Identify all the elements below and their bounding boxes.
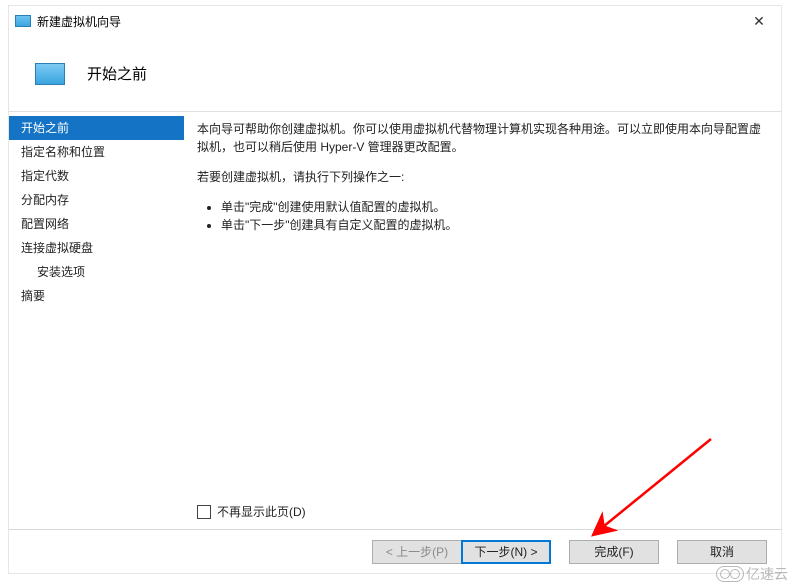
sidebar-step-before-you-begin[interactable]: 开始之前 — [9, 116, 184, 140]
sidebar-step-label: 分配内存 — [21, 193, 69, 207]
intro-text: 本向导可帮助你创建虚拟机。你可以使用虚拟机代替物理计算机实现各种用途。可以立即使… — [197, 120, 771, 156]
prompt-text: 若要创建虚拟机，请执行下列操作之一: — [197, 168, 771, 186]
sidebar-step-label: 安装选项 — [37, 265, 85, 279]
sidebar-step-label: 连接虚拟硬盘 — [21, 241, 93, 255]
sidebar-step-summary[interactable]: 摘要 — [9, 284, 184, 308]
wizard-dialog: 新建虚拟机向导 ✕ 开始之前 开始之前 指定名称和位置 指定代数 分配内存 配置… — [8, 5, 782, 574]
prev-button[interactable]: < 上一步(P) — [372, 540, 462, 564]
list-item: 单击"完成"创建使用默认值配置的虚拟机。 — [221, 198, 771, 216]
finish-button[interactable]: 完成(F) — [569, 540, 659, 564]
sidebar-step-label: 摘要 — [21, 289, 45, 303]
sidebar-step-label: 指定名称和位置 — [21, 145, 105, 159]
wizard-sidebar: 开始之前 指定名称和位置 指定代数 分配内存 配置网络 连接虚拟硬盘 安装选项 … — [9, 112, 185, 529]
sidebar-step-network[interactable]: 配置网络 — [9, 212, 184, 236]
wizard-header: 开始之前 — [9, 36, 781, 112]
cancel-button[interactable]: 取消 — [677, 540, 767, 564]
page-heading: 开始之前 — [87, 63, 147, 84]
app-icon — [15, 15, 31, 27]
sidebar-step-install-options[interactable]: 安装选项 — [9, 260, 184, 284]
nav-button-group: < 上一步(P) 下一步(N) > — [372, 540, 551, 564]
wizard-footer: < 上一步(P) 下一步(N) > 完成(F) 取消 — [9, 529, 781, 573]
dont-show-again[interactable]: 不再显示此页(D) — [197, 503, 306, 521]
sidebar-step-generation[interactable]: 指定代数 — [9, 164, 184, 188]
window-title: 新建虚拟机向导 — [37, 13, 121, 30]
sidebar-step-label: 配置网络 — [21, 217, 69, 231]
sidebar-step-label: 指定代数 — [21, 169, 69, 183]
titlebar: 新建虚拟机向导 ✕ — [9, 6, 781, 36]
close-icon: ✕ — [753, 13, 765, 30]
sidebar-step-name-location[interactable]: 指定名称和位置 — [9, 140, 184, 164]
next-button[interactable]: 下一步(N) > — [461, 540, 551, 564]
wizard-icon — [35, 63, 65, 85]
list-item: 单击"下一步"创建具有自定义配置的虚拟机。 — [221, 216, 771, 234]
sidebar-step-memory[interactable]: 分配内存 — [9, 188, 184, 212]
sidebar-step-label: 开始之前 — [21, 121, 69, 135]
dont-show-checkbox[interactable] — [197, 505, 211, 519]
sidebar-step-vhd[interactable]: 连接虚拟硬盘 — [9, 236, 184, 260]
dont-show-label: 不再显示此页(D) — [217, 503, 306, 521]
wizard-body: 开始之前 指定名称和位置 指定代数 分配内存 配置网络 连接虚拟硬盘 安装选项 … — [9, 112, 781, 529]
close-button[interactable]: ✕ — [737, 6, 781, 36]
wizard-content: 本向导可帮助你创建虚拟机。你可以使用虚拟机代替物理计算机实现各种用途。可以立即使… — [185, 112, 781, 529]
bullet-list: 单击"完成"创建使用默认值配置的虚拟机。 单击"下一步"创建具有自定义配置的虚拟… — [197, 198, 771, 234]
